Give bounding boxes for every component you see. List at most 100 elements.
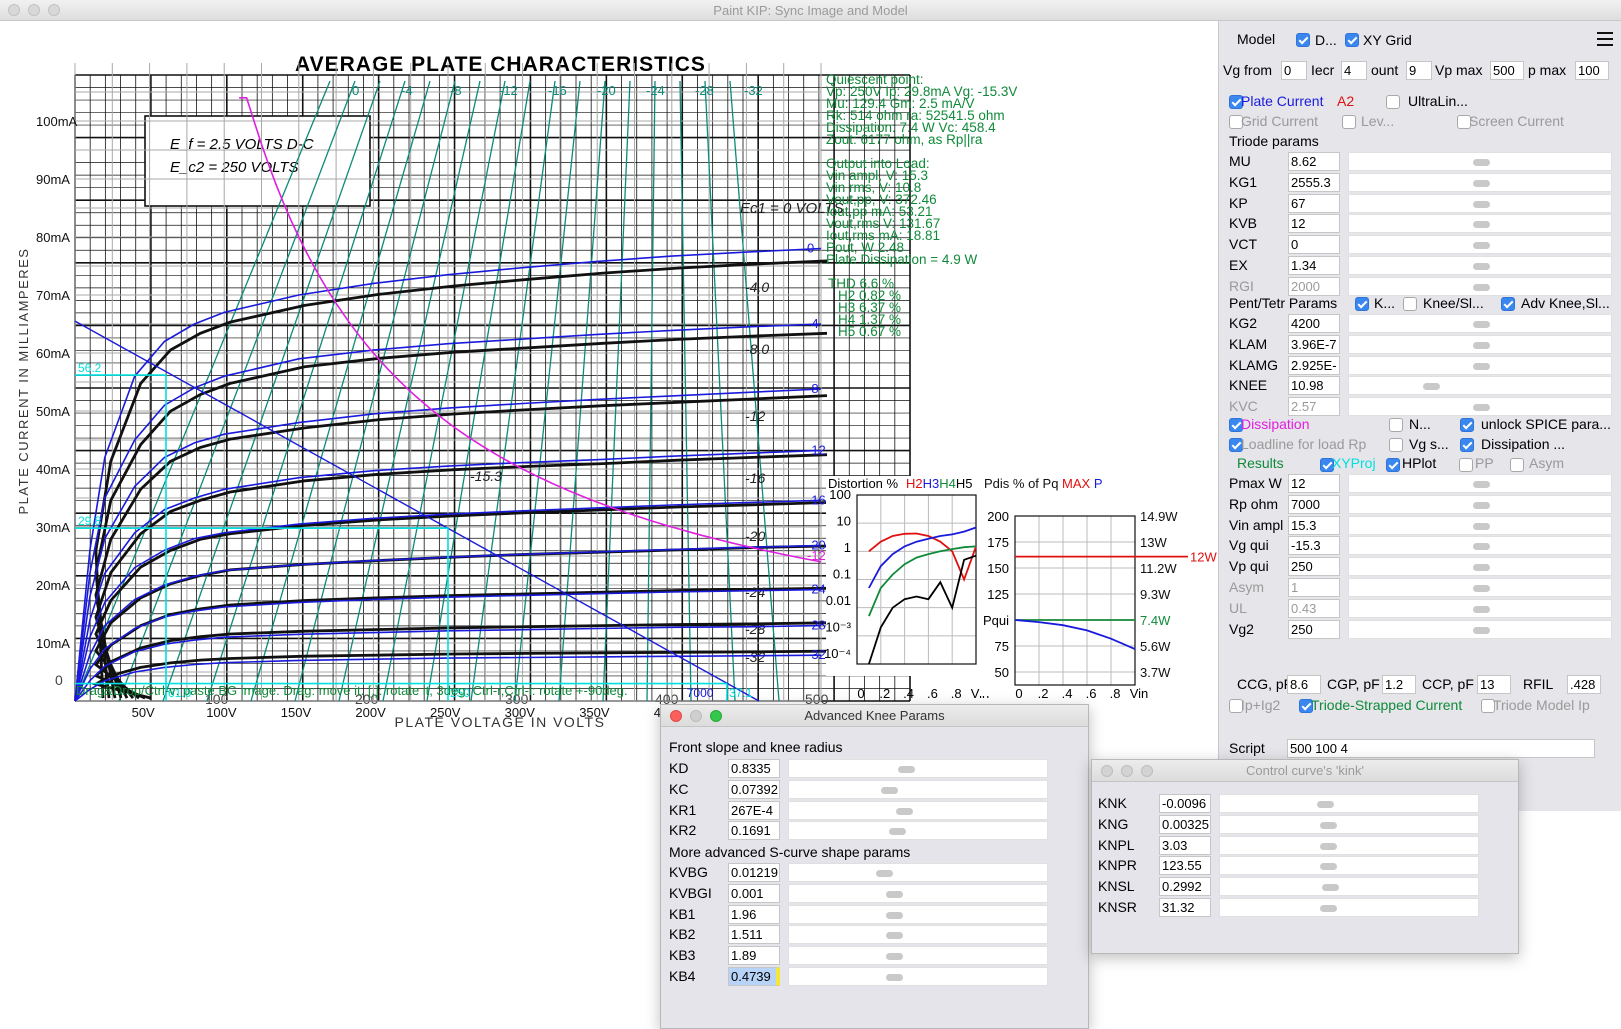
param-input[interactable]: 12 [1288, 474, 1340, 493]
hplot-checkbox[interactable] [1386, 458, 1400, 472]
param-slider[interactable] [788, 883, 1048, 903]
slider-knob[interactable] [1319, 842, 1337, 850]
param-input[interactable]: 1.34 [1288, 256, 1340, 275]
param-input[interactable]: 0.4739 [728, 967, 780, 986]
param-input[interactable]: 1.511 [728, 925, 780, 945]
param-slider[interactable] [1348, 235, 1612, 255]
hamburger-menu-icon[interactable] [1597, 31, 1615, 47]
ccg-input[interactable]: 8.6 [1287, 675, 1321, 694]
param-input[interactable]: 3.96E-7 [1288, 334, 1340, 354]
vg-s-checkbox[interactable] [1389, 438, 1403, 452]
slider-knob[interactable] [876, 870, 894, 877]
param-slider[interactable] [788, 967, 1048, 986]
slider-knob[interactable] [886, 911, 904, 919]
slider-knob[interactable] [1423, 383, 1441, 391]
ccp-input[interactable]: 13 [1477, 675, 1511, 694]
param-slider[interactable] [1348, 355, 1612, 375]
slider-knob[interactable] [886, 932, 904, 940]
asym-checkbox[interactable] [1510, 458, 1524, 472]
param-slider[interactable] [1219, 877, 1479, 897]
param-input[interactable]: 0.001 [728, 883, 780, 903]
slider-knob[interactable] [1472, 626, 1490, 634]
param-slider[interactable] [1348, 376, 1612, 396]
param-slider[interactable] [1348, 474, 1612, 493]
slider-knob[interactable] [1472, 522, 1490, 530]
param-input[interactable]: 0.07392 [728, 779, 780, 799]
param-input[interactable]: 0.00325 [1159, 814, 1211, 834]
pp-checkbox[interactable] [1459, 458, 1473, 472]
param-slider[interactable] [1219, 856, 1479, 876]
lev-checkbox[interactable] [1342, 115, 1356, 129]
param-slider[interactable] [1348, 256, 1612, 275]
slider-knob[interactable] [881, 786, 899, 794]
slider-knob[interactable] [886, 974, 904, 981]
param-slider[interactable] [1348, 314, 1612, 333]
param-input[interactable]: 250 [1288, 619, 1340, 639]
param-input[interactable]: 0 [1288, 235, 1340, 255]
param-slider[interactable] [1348, 214, 1612, 234]
param-input[interactable]: 2.925E- [1288, 355, 1340, 375]
slider-knob[interactable] [1472, 605, 1490, 613]
param-input[interactable]: 0.2992 [1159, 877, 1211, 897]
param-input[interactable]: 8.62 [1288, 152, 1340, 171]
param-input[interactable]: 267E-4 [728, 800, 780, 820]
slider-knob[interactable] [1472, 341, 1490, 349]
param-slider[interactable] [788, 759, 1048, 778]
knee-sl-checkbox[interactable] [1403, 297, 1417, 311]
cgp-input[interactable]: 1.2 [1382, 675, 1416, 694]
param-slider[interactable] [1348, 619, 1612, 639]
iecr-input[interactable]: 4 [1341, 61, 1367, 80]
param-input[interactable]: 31.32 [1159, 898, 1211, 917]
vg-from-input[interactable]: 0 [1281, 61, 1307, 80]
param-input[interactable]: 1.89 [728, 946, 780, 966]
param-input[interactable]: 1 [1288, 578, 1340, 597]
count-input[interactable]: 9 [1406, 61, 1432, 80]
slider-knob[interactable] [1472, 283, 1490, 291]
param-slider[interactable] [1219, 898, 1479, 917]
param-slider[interactable] [1348, 152, 1612, 171]
zoom-icon[interactable] [1141, 765, 1153, 777]
param-slider[interactable] [1348, 193, 1612, 213]
param-input[interactable]: 10.98 [1288, 376, 1340, 396]
close-icon[interactable] [670, 710, 682, 722]
param-slider[interactable] [788, 904, 1048, 924]
param-slider[interactable] [1348, 494, 1612, 514]
param-input[interactable]: 0.1691 [728, 821, 780, 841]
plot-canvas[interactable]: E_f = 2.5 VOLTS D-CE_c2 = 250 VOLTSAVERA… [0, 21, 1218, 811]
script-input[interactable]: 500 100 4 [1287, 739, 1595, 758]
slider-knob[interactable] [1472, 585, 1490, 592]
slider-knob[interactable] [1472, 501, 1490, 509]
param-input[interactable]: 1.96 [728, 904, 780, 924]
rfil-input[interactable]: .428 [1567, 675, 1601, 694]
param-slider[interactable] [1348, 536, 1612, 556]
slider-knob[interactable] [898, 766, 916, 773]
slider-knob[interactable] [1472, 179, 1490, 187]
param-input[interactable]: 3.03 [1159, 835, 1211, 855]
slider-knob[interactable] [1472, 543, 1490, 551]
slider-knob[interactable] [1472, 321, 1490, 328]
slider-knob[interactable] [886, 953, 904, 961]
slider-knob[interactable] [895, 807, 913, 815]
pent-k-checkbox[interactable] [1355, 297, 1369, 311]
slider-knob[interactable] [1472, 404, 1490, 412]
param-input[interactable]: 15.3 [1288, 515, 1340, 535]
slider-knob[interactable] [1319, 863, 1337, 871]
param-slider[interactable] [1348, 334, 1612, 354]
ultralin-checkbox[interactable] [1386, 95, 1400, 109]
slider-knob[interactable] [1472, 242, 1490, 250]
vp-max-input[interactable]: 500 [1490, 61, 1524, 80]
slider-knob[interactable] [1472, 564, 1490, 572]
param-input[interactable]: 2555.3 [1288, 172, 1340, 192]
param-slider[interactable] [788, 946, 1048, 966]
minimize-icon[interactable] [690, 710, 702, 722]
knee-window-titlebar[interactable]: Advanced Knee Params [661, 705, 1088, 727]
param-slider[interactable] [1219, 835, 1479, 855]
param-input[interactable]: 0.8335 [728, 759, 780, 778]
dissipation2-checkbox[interactable] [1460, 438, 1474, 452]
param-slider[interactable] [788, 821, 1048, 841]
zoom-window-button[interactable] [48, 4, 60, 16]
param-input[interactable]: 0.43 [1288, 598, 1340, 618]
param-input[interactable]: 7000 [1288, 494, 1340, 514]
param-slider[interactable] [1219, 814, 1479, 834]
param-slider[interactable] [788, 779, 1048, 799]
